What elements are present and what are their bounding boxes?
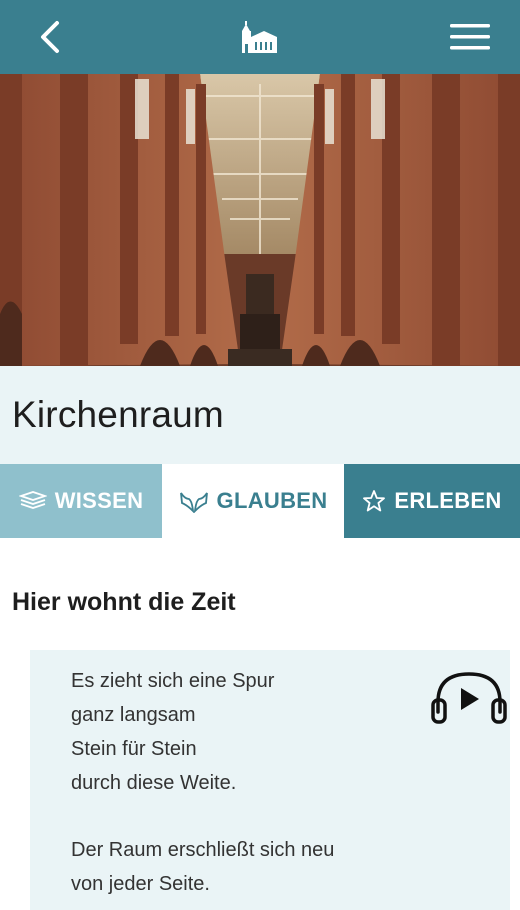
tab-glauben-label: GLAUBEN — [216, 488, 328, 513]
app-header — [0, 0, 520, 74]
poem-line: durch diese Weite. — [71, 772, 237, 794]
praying-hands-icon — [179, 492, 208, 513]
page-title-band: Kirchenraum — [0, 366, 520, 464]
tab-erleben-label: ERLEBEN — [394, 488, 502, 513]
menu-button[interactable] — [444, 11, 496, 63]
poem-line: von jeder Seite. — [71, 873, 210, 895]
section-heading: Hier wohnt die Zeit — [12, 588, 236, 616]
page-title: Kirchenraum — [12, 394, 224, 435]
books-icon — [18, 491, 47, 509]
church-icon — [242, 21, 277, 53]
home-logo-button[interactable] — [234, 11, 286, 63]
headphones-play-icon — [431, 672, 507, 724]
back-button[interactable] — [24, 11, 76, 63]
hamburger-menu-icon — [450, 24, 490, 50]
poem-card: Es zieht sich eine Spur ganz langsam Ste… — [30, 650, 510, 910]
tab-wissen-label: WISSEN — [54, 488, 144, 513]
church-interior-photo — [0, 74, 520, 366]
chevron-left-icon — [41, 21, 59, 53]
star-icon — [363, 490, 386, 512]
tab-wissen[interactable]: WISSEN — [0, 464, 162, 538]
poem-line: Der Raum erschließt sich neu — [71, 839, 335, 861]
audio-play-button[interactable] — [430, 668, 508, 728]
poem-line: Stein für Stein — [71, 738, 197, 760]
tab-erleben[interactable]: ERLEBEN — [344, 464, 520, 538]
tab-glauben[interactable]: GLAUBEN — [162, 464, 344, 538]
tab-bar: WISSEN GLAUBEN ERLEBEN — [0, 464, 520, 538]
stanza-gap — [71, 800, 510, 833]
